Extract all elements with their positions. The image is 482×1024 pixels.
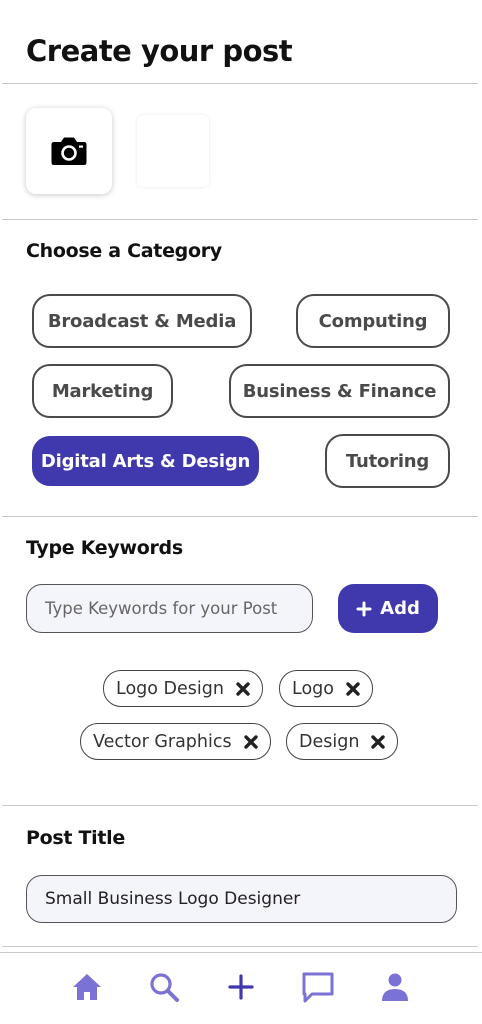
nav-search-button[interactable] [144, 967, 184, 1007]
search-icon [150, 973, 179, 1002]
create-post-screen: Create your post Choose a Category Broad… [0, 0, 482, 1024]
divider [2, 219, 478, 220]
category-chip-business-finance[interactable]: Business & Finance [229, 364, 450, 418]
category-chip-tutoring[interactable]: Tutoring [325, 434, 450, 488]
post-title-input[interactable]: Small Business Logo Designer [26, 875, 457, 923]
divider [2, 805, 478, 806]
nav-profile-button[interactable] [375, 967, 415, 1007]
remove-tag-icon[interactable] [371, 734, 386, 749]
keywords-input[interactable]: Type Keywords for your Post [26, 584, 313, 633]
plus-icon [228, 974, 254, 1000]
category-chip-digital-arts-design[interactable]: Digital Arts & Design [32, 436, 259, 486]
divider [2, 946, 478, 947]
chat-icon [302, 972, 334, 1003]
divider [2, 516, 478, 517]
photo-slot[interactable] [137, 115, 209, 187]
keyword-tag: Logo [279, 670, 373, 707]
page-title: Create your post [26, 34, 293, 68]
profile-icon [382, 973, 408, 1001]
keywords-label: Type Keywords [26, 537, 183, 559]
post-title-label: Post Title [26, 827, 125, 849]
keyword-tag: Vector Graphics [80, 723, 271, 760]
keyword-tag: Design [286, 723, 399, 760]
add-photo-button[interactable] [26, 108, 112, 194]
category-chip-computing[interactable]: Computing [296, 294, 450, 348]
remove-tag-icon[interactable] [346, 681, 360, 696]
keyword-tag-label: Logo [292, 678, 334, 699]
nav-messages-button[interactable] [298, 967, 338, 1007]
remove-tag-icon[interactable] [236, 681, 250, 696]
category-chip-marketing[interactable]: Marketing [32, 364, 173, 418]
keyword-tag-label: Vector Graphics [93, 731, 232, 752]
category-label: Choose a Category [26, 240, 222, 262]
bottom-nav [0, 952, 482, 1024]
add-keyword-button[interactable]: Add [338, 584, 438, 633]
divider [2, 83, 478, 84]
plus-icon [356, 601, 372, 616]
keyword-tag-label: Design [299, 731, 360, 752]
remove-tag-icon[interactable] [243, 734, 258, 749]
nav-home-button[interactable] [67, 967, 107, 1007]
add-button-label: Add [380, 598, 420, 619]
keyword-tag: Logo Design [103, 670, 263, 707]
category-chip-broadcast-media[interactable]: Broadcast & Media [32, 294, 252, 348]
nav-create-button[interactable] [221, 967, 261, 1007]
home-icon [73, 974, 101, 1000]
camera-icon [51, 137, 87, 165]
keyword-tag-label: Logo Design [116, 678, 224, 699]
